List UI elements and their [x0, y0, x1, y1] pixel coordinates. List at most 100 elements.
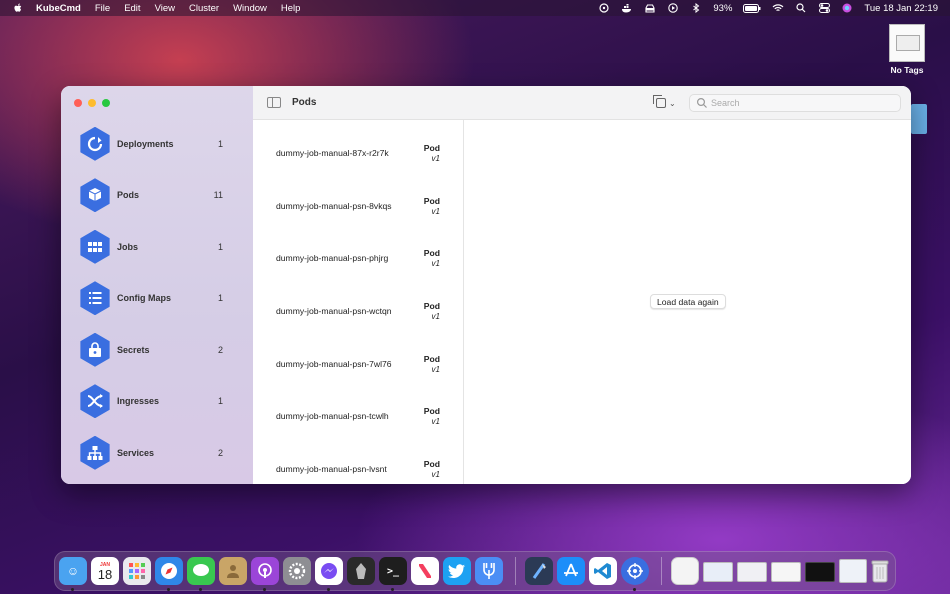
wifi-icon[interactable]: [772, 3, 784, 13]
sidebar-item-secrets[interactable]: Secrets 2: [61, 324, 253, 376]
running-indicator: [633, 588, 636, 591]
pod-kind: Pod: [423, 459, 440, 470]
close-window-button[interactable]: [74, 99, 82, 107]
calendar-icon[interactable]: JAN 18: [91, 557, 119, 585]
xcode-icon[interactable]: [525, 557, 553, 585]
contacts-icon[interactable]: [219, 557, 247, 585]
messenger-icon[interactable]: [315, 557, 343, 585]
minimized-window-icon[interactable]: [703, 562, 733, 582]
sidebar-item-jobs[interactable]: Jobs 1: [61, 221, 253, 273]
menu-edit[interactable]: Edit: [124, 3, 140, 14]
sidebar-item-count: 2: [217, 447, 223, 458]
kubernetes-status-icon[interactable]: [598, 3, 610, 13]
list-item[interactable]: dummy-job-manual-psn-lvsnt Pod v1: [253, 436, 463, 484]
fork-icon[interactable]: [475, 557, 503, 585]
kubecmd-dock-icon[interactable]: [621, 557, 649, 585]
sidebar-item-services[interactable]: Services 2: [61, 427, 253, 479]
launchpad-icon[interactable]: [123, 557, 151, 585]
deployments-icon: [80, 126, 110, 161]
list-item[interactable]: dummy-job-manual-psn-7wl76 Pod v1: [253, 331, 463, 384]
sidebar-item-config-maps[interactable]: Config Maps 1: [61, 273, 253, 325]
view-options-button[interactable]: ⌄: [653, 95, 680, 110]
resource-nav: Deployments 1 Pods 11 Jobs 1 Config Maps…: [61, 118, 253, 479]
menu-help[interactable]: Help: [281, 3, 301, 14]
list-item[interactable]: dummy-job-manual-psn-8vkqs Pod v1: [253, 173, 463, 226]
search-field[interactable]: [689, 94, 901, 112]
list-item[interactable]: dummy-job-manual-psn-tcwlh Pod v1: [253, 383, 463, 436]
menu-bar: KubeCmd File Edit View Cluster Window He…: [0, 0, 950, 16]
minimized-window-icon[interactable]: [737, 562, 767, 582]
pod-version: v1: [431, 417, 440, 427]
services-icon: [80, 435, 110, 470]
spotlight-search-icon[interactable]: [795, 3, 807, 13]
utility-app-icon[interactable]: [347, 557, 375, 585]
app-store-icon[interactable]: [557, 557, 585, 585]
messages-icon[interactable]: [187, 557, 215, 585]
sidebar-item-label: Jobs: [117, 241, 139, 252]
running-indicator: [167, 588, 170, 591]
search-input[interactable]: [711, 98, 891, 108]
list-item[interactable]: dummy-job-manual-87x-r2r7k Pod v1: [253, 120, 463, 173]
sidebar-item-count: 1: [217, 138, 223, 149]
minimized-window-icon[interactable]: [771, 562, 801, 582]
page-title: Pods: [292, 97, 317, 108]
document-icon: [889, 24, 925, 62]
podcasts-icon[interactable]: [251, 557, 279, 585]
list-item[interactable]: dummy-job-manual-psn-wctqn Pod v1: [253, 278, 463, 331]
minimized-window-icon[interactable]: [839, 559, 867, 583]
battery-icon[interactable]: [743, 3, 761, 13]
menu-clock[interactable]: Tue 18 Jan 22:19: [864, 3, 938, 14]
pod-name: dummy-job-manual-psn-lvsnt: [276, 464, 387, 475]
pods-list[interactable]: dummy-job-manual-87x-r2r7k Pod v1 dummy-…: [253, 120, 464, 484]
sidebar-item-count: 2: [217, 344, 223, 355]
zoom-window-button[interactable]: [102, 99, 110, 107]
apple-menu-icon[interactable]: [12, 2, 24, 14]
vscode-icon[interactable]: [589, 557, 617, 585]
car-icon[interactable]: [644, 3, 656, 13]
secrets-icon: [80, 332, 110, 367]
menu-file[interactable]: File: [95, 3, 110, 14]
pod-name: dummy-job-manual-87x-r2r7k: [276, 148, 389, 158]
sidebar-toggle-icon[interactable]: [267, 97, 281, 108]
siri-icon[interactable]: [841, 3, 853, 13]
sidebar-item-count: 1: [217, 396, 223, 407]
sidebar: Deployments 1 Pods 11 Jobs 1 Config Maps…: [61, 86, 253, 484]
safari-icon[interactable]: [155, 557, 183, 585]
twitter-icon[interactable]: [443, 557, 471, 585]
minimize-window-button[interactable]: [88, 99, 96, 107]
news-icon[interactable]: [411, 557, 439, 585]
list-item[interactable]: dummy-job-manual-psn-phjrg Pod v1: [253, 225, 463, 278]
menu-window[interactable]: Window: [233, 3, 267, 14]
menu-view[interactable]: View: [155, 3, 175, 14]
dock: ☺ JAN 18 >_: [54, 551, 896, 591]
docker-icon[interactable]: [621, 3, 633, 13]
finder-icon[interactable]: ☺: [59, 557, 87, 585]
sidebar-item-pods[interactable]: Pods 11: [61, 170, 253, 222]
pod-kind: Pod: [423, 353, 440, 364]
sidebar-item-ingresses[interactable]: Ingresses 1: [61, 376, 253, 428]
pod-name: dummy-job-manual-psn-phjrg: [276, 253, 389, 264]
trash-icon[interactable]: [869, 557, 891, 585]
desktop-file[interactable]: No Tags: [887, 24, 927, 75]
sidebar-item-label: Secrets: [117, 344, 150, 355]
minimized-document-icon[interactable]: [671, 557, 699, 585]
sidebar-item-label: Ingresses: [117, 396, 160, 407]
terminal-icon[interactable]: >_: [379, 557, 407, 585]
sidebar-item-deployments[interactable]: Deployments 1: [61, 118, 253, 170]
bluetooth-icon[interactable]: [690, 3, 702, 13]
folder-icon[interactable]: [911, 104, 927, 134]
system-preferences-icon[interactable]: [283, 557, 311, 585]
control-center-icon[interactable]: [818, 3, 830, 13]
play-icon[interactable]: [667, 3, 679, 13]
sidebar-item-count: 11: [213, 190, 223, 201]
sidebar-item-label: Services: [117, 447, 155, 458]
menu-cluster[interactable]: Cluster: [189, 3, 219, 14]
minimized-terminal-icon[interactable]: [805, 562, 835, 582]
dock-separator: [661, 557, 662, 585]
desktop-file-label: No Tags: [890, 65, 924, 75]
sidebar-item-count: 1: [217, 241, 223, 252]
load-data-again-button[interactable]: Load data again: [650, 294, 726, 309]
menu-app-name[interactable]: KubeCmd: [36, 3, 81, 14]
dock-separator: [515, 557, 516, 585]
pod-name: dummy-job-manual-psn-tcwlh: [276, 411, 389, 422]
